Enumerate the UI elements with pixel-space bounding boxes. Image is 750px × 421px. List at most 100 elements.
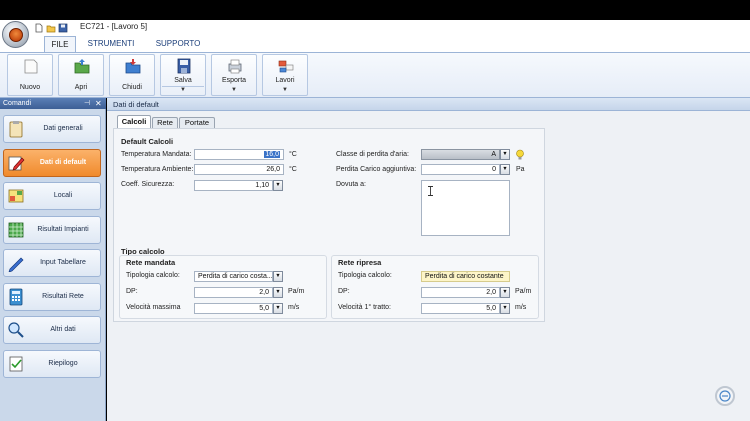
- temp-ambiente-label: Temperatura Ambiente:: [121, 166, 194, 173]
- perdita-carico-input[interactable]: 0: [421, 164, 500, 175]
- sidebar-item-risultati-impianti[interactable]: Risultati Impianti: [3, 216, 101, 244]
- mandata-dp-label: DP:: [126, 288, 138, 295]
- pen-icon: [8, 257, 24, 272]
- new-file-icon[interactable]: [34, 23, 44, 33]
- chevron-down-icon[interactable]: ▼: [273, 180, 283, 191]
- magnifier-icon: [8, 322, 24, 338]
- ripresa-dp-input[interactable]: 2,0: [421, 287, 500, 298]
- tab-file[interactable]: FILE: [44, 36, 76, 52]
- coeff-sicurezza-input[interactable]: 1,10: [194, 180, 273, 191]
- edit-pencil-icon: [8, 156, 25, 171]
- projects-icon: [278, 60, 294, 73]
- checklist-icon: [9, 356, 23, 372]
- temp-mandata-input[interactable]: 16,0: [194, 149, 284, 160]
- chevron-down-icon[interactable]: ▼: [161, 87, 205, 93]
- mandata-dp-input[interactable]: 2,0: [194, 287, 273, 298]
- ripresa-velocita-input[interactable]: 5,0: [421, 303, 500, 314]
- dovuta-a-label: Dovuta a:: [336, 181, 366, 188]
- page-title: Dati di default: [107, 98, 750, 111]
- app-menu-orb[interactable]: [2, 21, 29, 48]
- save-icon: [177, 58, 191, 74]
- ripresa-tipologia-label: Tipologia calcolo:: [338, 272, 392, 279]
- chevron-down-icon[interactable]: ▼: [500, 303, 510, 314]
- save-disk-icon[interactable]: [58, 23, 68, 33]
- chevron-down-icon[interactable]: ▼: [500, 149, 510, 160]
- sidebar-item-risultati-rete[interactable]: Risultati Rete: [3, 283, 101, 311]
- chiudi-button[interactable]: Chiudi: [109, 54, 155, 96]
- coeff-sicurezza-label: Coeff. Sicurezza:: [121, 181, 175, 188]
- printer-export-icon: [228, 59, 242, 74]
- chevron-down-icon[interactable]: ▼: [212, 87, 256, 93]
- temp-ambiente-unit: °C: [289, 166, 297, 173]
- temp-mandata-unit: °C: [289, 151, 297, 158]
- tab-portate[interactable]: Portate: [179, 117, 215, 128]
- pin-icon[interactable]: ⊣: [84, 98, 90, 109]
- nuovo-button[interactable]: Nuovo: [7, 54, 53, 96]
- tab-calcoli[interactable]: Calcoli: [117, 115, 151, 128]
- sidebar-item-riepilogo[interactable]: Riepilogo: [3, 350, 101, 378]
- sidebar-item-locali[interactable]: Locali: [3, 182, 101, 210]
- chevron-down-icon[interactable]: ▼: [273, 303, 283, 314]
- sidebar-item-label: Locali: [53, 192, 73, 199]
- close-folder-icon: [125, 59, 141, 74]
- help-icon[interactable]: [715, 386, 735, 406]
- tab-supporto[interactable]: SUPPORTO: [148, 36, 208, 52]
- lavori-button[interactable]: Lavori ▼: [262, 54, 308, 96]
- esporta-button[interactable]: Esporta ▼: [211, 54, 257, 96]
- rete-ripresa-title: Rete ripresa: [338, 258, 382, 267]
- grid-table-icon: [8, 222, 24, 238]
- sidebar-item-label: Input Tabellare: [40, 259, 86, 266]
- sidebar-item-label: Risultati Rete: [42, 293, 84, 300]
- esporta-label: Esporta: [221, 77, 247, 84]
- sidebar-item-label: Dati di default: [39, 159, 87, 166]
- chevron-down-icon[interactable]: ▼: [263, 87, 307, 93]
- chiudi-label: Chiudi: [122, 84, 142, 91]
- chevron-down-icon[interactable]: ▼: [500, 164, 510, 175]
- sidebar-item-input-tabellare[interactable]: Input Tabellare: [3, 249, 101, 277]
- salva-button[interactable]: Salva ▼: [160, 54, 206, 96]
- classe-perdita-label: Classe di perdita d'aria:: [336, 151, 409, 158]
- perdita-carico-label: Perdita Carico aggiuntiva:: [336, 166, 417, 173]
- calculator-icon: [9, 288, 23, 306]
- mandata-velocita-input[interactable]: 5,0: [194, 303, 273, 314]
- mandata-dp-unit: Pa/m: [288, 288, 305, 295]
- lavori-label: Lavori: [275, 77, 295, 84]
- ripresa-dp-label: DP:: [338, 288, 350, 295]
- nuovo-label: Nuovo: [19, 84, 41, 91]
- sidebar-item-label: Riepilogo: [48, 360, 78, 367]
- sidebar-item-dati-generali[interactable]: Dati generali: [3, 115, 101, 143]
- rooms-icon: [8, 189, 24, 203]
- open-icon: [74, 59, 90, 74]
- chevron-down-icon[interactable]: ▼: [500, 287, 510, 298]
- mandata-velocita-label: Velocità massima: [126, 304, 181, 311]
- apri-button[interactable]: Apri: [58, 54, 104, 96]
- chevron-down-icon[interactable]: ▼: [273, 287, 283, 298]
- temp-ambiente-input[interactable]: 26,0: [194, 164, 284, 175]
- tab-rete[interactable]: Rete: [152, 117, 178, 128]
- lightbulb-icon[interactable]: [515, 149, 525, 161]
- rete-mandata-title: Rete mandata: [126, 258, 176, 267]
- sidebar-item-label: Dati generali: [43, 125, 83, 132]
- dovuta-a-textarea[interactable]: [421, 180, 510, 236]
- new-document-icon: [24, 59, 38, 74]
- ripresa-tipologia-field[interactable]: Perdita di carico costante: [421, 271, 510, 282]
- mandata-velocita-unit: m/s: [288, 304, 300, 311]
- sidebar-item-label: Risultati Impianti: [37, 226, 89, 233]
- ripresa-dp-unit: Pa/m: [515, 288, 532, 295]
- mandata-tipologia-select[interactable]: Perdita di carico costa...: [194, 271, 273, 282]
- application-window: EC721 - [Lavoro 5] FILE STRUMENTI SUPPOR…: [0, 0, 750, 421]
- temp-mandata-value: 16,0: [264, 151, 280, 158]
- tab-strumenti[interactable]: STRUMENTI: [82, 36, 140, 52]
- perdita-carico-unit: Pa: [516, 166, 525, 173]
- text-cursor-icon: [428, 186, 433, 196]
- help-glyph: [719, 390, 731, 402]
- temp-mandata-label: Temperatura Mandata:: [121, 151, 192, 158]
- classe-perdita-select[interactable]: A: [421, 149, 500, 160]
- chevron-down-icon[interactable]: ▼: [273, 271, 283, 282]
- sidebar-item-altri-dati[interactable]: Altri dati: [3, 316, 101, 344]
- close-icon[interactable]: ✕: [95, 98, 102, 109]
- sidebar-item-dati-di-default[interactable]: Dati di default: [3, 149, 101, 177]
- app-logo-icon: [9, 28, 23, 42]
- open-folder-icon[interactable]: [46, 23, 56, 33]
- mandata-tipologia-label: Tipologia calcolo:: [126, 272, 180, 279]
